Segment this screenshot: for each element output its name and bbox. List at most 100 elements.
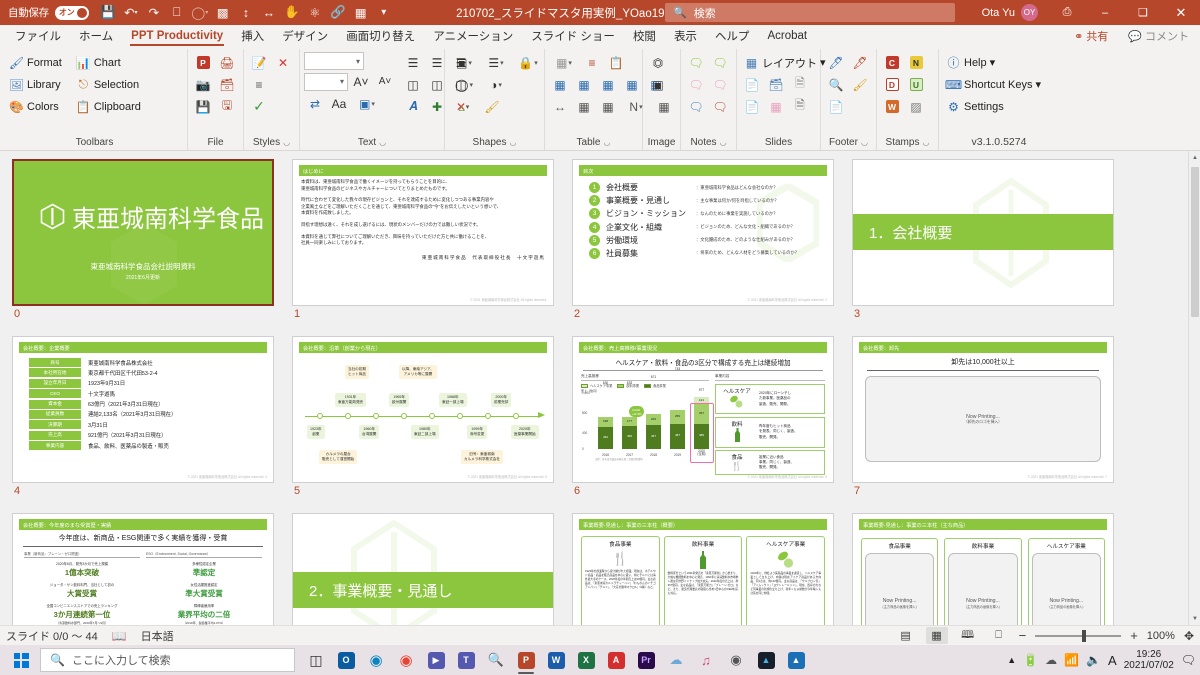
slide-thumbnail-4[interactable]: 会社概要：企業概要 商号 東亜城南科学食品株式会社 本社所在地 東京都千代田区千… [12, 336, 274, 483]
slide-cell-8[interactable]: 会社概要：今年度のまな受賞歴・実績 今年度は、新商品・ESG関連で多く実績を獲得… [12, 513, 292, 625]
slide-cell-0[interactable]: 東亜城南科学食品 東亜城南科学食品会社説明資料 2021年6月更新 0 [12, 159, 292, 336]
export-image-icon[interactable]: 📷 [192, 74, 214, 95]
scrollbar-thumb[interactable] [1191, 167, 1199, 317]
start-slideshow-icon[interactable]: ⎕ [166, 2, 188, 23]
note-green-2-icon[interactable]: 🗨 [709, 52, 731, 73]
language-label[interactable]: 日本語 [141, 628, 174, 644]
slide-cell-2[interactable]: 目次 1 会社概要 ：東亜城南科学食品はどんな会社なのか？ 2 事業概要・見通し… [572, 159, 852, 336]
teams-video-icon[interactable]: ▶ [421, 645, 451, 675]
slide-thumbnail-0[interactable]: 東亜城南科学食品 東亜城南科学食品会社説明資料 2021年6月更新 [12, 159, 274, 306]
stamp-d-icon[interactable]: D [881, 74, 903, 95]
slide-thumbnail-10[interactable]: 事業概要-見通し：事業の三本柱（概要） 食品事業 🍴 1923年の創業時から受け… [572, 513, 834, 625]
slide-count-label[interactable]: スライド 0/0 ～ 44 [6, 628, 98, 644]
volume-icon[interactable]: 🔈 [1086, 653, 1101, 667]
text-swap-icon[interactable]: ⇄ [304, 93, 326, 114]
tab-help[interactable]: ヘルプ [706, 25, 759, 47]
acrobat-icon[interactable]: A [601, 645, 631, 675]
clear-style-icon[interactable]: ✕ [272, 52, 294, 73]
styles-dialog-launcher[interactable]: ◡ [283, 138, 290, 147]
redo-icon[interactable]: ↷ [143, 2, 165, 23]
slide-thumbnail-2[interactable]: 目次 1 会社概要 ：東亜城南科学食品はどんな会社なのか？ 2 事業概要・見通し… [572, 159, 834, 306]
note-pink-1-icon[interactable]: 🗨 [685, 74, 707, 95]
text-dialog-launcher[interactable]: ◡ [379, 138, 386, 147]
table-style-icon[interactable]: ▦ [597, 96, 619, 117]
decrease-font-size-icon[interactable]: A˅ [374, 71, 396, 92]
align-top-icon[interactable]: ◫ [402, 74, 424, 95]
slideshow-icon[interactable]: ⎕ [988, 627, 1010, 644]
table-paste-icon[interactable]: 📋 [605, 52, 627, 73]
tab-review[interactable]: 校閲 [624, 25, 665, 47]
chevron-up-icon[interactable]: ▲ [1007, 655, 1016, 665]
clipboard-menu-item[interactable]: 📋 Clipboard [73, 96, 144, 117]
slide-cell-3[interactable]: 1．会社概要 3 [852, 159, 1132, 336]
selection-menu-item[interactable]: ⎋ Selection [73, 74, 144, 95]
slide-thumbnail-3[interactable]: 1．会社概要 [852, 159, 1114, 306]
save-slide-icon[interactable]: 🖫 [216, 96, 238, 117]
table-cell-c-icon[interactable]: ▦ [597, 74, 619, 95]
slide-text-icon[interactable]: 🗎 [789, 74, 811, 95]
word-icon[interactable]: ▩ [212, 2, 234, 23]
tab-insert[interactable]: 挿入 [232, 25, 273, 47]
restore-ribbon-icon[interactable]: ⎙ [1048, 0, 1086, 25]
zoom-out-button[interactable]: − [1019, 628, 1027, 643]
table-cell-a-icon[interactable]: ▦ [549, 74, 571, 95]
reading-view-icon[interactable]: 🕮 [957, 627, 979, 644]
fit-to-window-icon[interactable]: ✥ [1184, 629, 1194, 643]
crop-image-icon[interactable]: ⏣ [647, 52, 669, 73]
undo-icon[interactable]: ↶ ▾ [120, 2, 142, 23]
chart-menu-item[interactable]: 📊 Chart [73, 52, 144, 73]
note-green-1-icon[interactable]: 🗨 [685, 52, 707, 73]
shape-lines-icon[interactable]: ☰ ▾ [481, 52, 511, 73]
footer-apply-icon[interactable]: 🖋 [849, 52, 871, 73]
shape-contrast-icon[interactable]: ◑ ▾ [481, 74, 511, 95]
search-box[interactable]: 🔍 検索 [665, 3, 955, 22]
slide-cell-11[interactable]: 事業概要-見通し：事業の三本柱（主な商品） 食品事業 Now Printing.… [852, 513, 1132, 625]
minimize-icon[interactable]: – [1086, 0, 1124, 25]
format-menu-item[interactable]: 🖌 Format [6, 52, 65, 73]
slide-cell-1[interactable]: はじめに 本資料は、東亜城南科学食品で働くイメージを持ってもらうことを目的に、 … [292, 159, 572, 336]
slide-cell-7[interactable]: 会社概要：卸先 卸先は10,000社以上 Now Printing... （卸先… [852, 336, 1132, 513]
link-icon[interactable]: 🔗 [327, 2, 349, 23]
text-info-icon[interactable]: ▣ ▾ [352, 93, 382, 114]
font-size-select[interactable]: ▾ [304, 72, 348, 91]
chrome-icon[interactable]: ◉ [391, 645, 421, 675]
notes-dialog-launcher[interactable]: ◡ [720, 138, 727, 147]
zoom-in-button[interactable]: + [1130, 628, 1138, 643]
check-style-icon[interactable]: ✓ [248, 96, 270, 117]
spacing-icon[interactable]: ↕ [235, 2, 257, 23]
clock[interactable]: 19:26 2021/07/02 [1124, 649, 1174, 672]
stamp-c-icon[interactable]: C [881, 52, 903, 73]
footer-page-icon[interactable]: 📄 [825, 96, 847, 117]
tab-slideshow[interactable]: スライド ショー [522, 25, 624, 47]
style-list-icon[interactable]: ≡ [248, 74, 270, 95]
maximize-icon[interactable]: ❑ [1124, 0, 1162, 25]
colors-menu-item[interactable]: 🎨 Colors [6, 96, 65, 117]
stamps-dialog-launcher[interactable]: ◡ [922, 138, 929, 147]
resize-image-icon[interactable]: ▣ [647, 74, 669, 95]
align-icon[interactable]: ↔ [258, 2, 280, 23]
grid-icon[interactable]: ▦ [350, 2, 372, 23]
slide-stack-icon[interactable]: 🗎 [789, 96, 811, 117]
shortcut-keys-menu-item[interactable]: ⌨ Shortcut Keys ▾ [943, 74, 1044, 95]
music-icon[interactable]: ♫ [691, 645, 721, 675]
user-name[interactable]: Ota Yu [982, 7, 1015, 19]
photos-icon[interactable]: ▲ [781, 645, 811, 675]
search-app-icon[interactable]: 🔍 [481, 645, 511, 675]
zoom-level-label[interactable]: 100% [1147, 630, 1175, 642]
taskbar-search-input[interactable]: 🔍 ここに入力して検索 [40, 648, 295, 672]
increase-font-size-icon[interactable]: A˅ [350, 71, 372, 92]
wifi-icon[interactable]: 📶 [1064, 653, 1079, 667]
shapes-icon[interactable]: ◯ ▾ [189, 2, 211, 23]
word-icon[interactable]: W [541, 645, 571, 675]
scroll-down-icon[interactable]: ▼ [1189, 612, 1200, 625]
slide-sorter-pane[interactable]: 東亜城南科学食品 東亜城南科学食品会社説明資料 2021年6月更新 0 はじめに… [0, 151, 1200, 625]
pdf-export-icon[interactable]: 📄 [741, 96, 763, 117]
settings-menu-item[interactable]: ⚙ Settings [943, 96, 1044, 117]
change-case-icon[interactable]: Aa [328, 93, 350, 114]
slide-pink-icon[interactable]: ▦ [765, 96, 787, 117]
align-left-icon[interactable]: ☰ [402, 52, 424, 73]
print-icon[interactable]: 🖨 [216, 52, 238, 73]
normal-view-icon[interactable]: ▤ [895, 627, 917, 644]
slide-cell-4[interactable]: 会社概要：企業概要 商号 東亜城南科学食品株式会社 本社所在地 東京都千代田区千… [12, 336, 292, 513]
table-width-icon[interactable]: ↔ [549, 96, 571, 117]
